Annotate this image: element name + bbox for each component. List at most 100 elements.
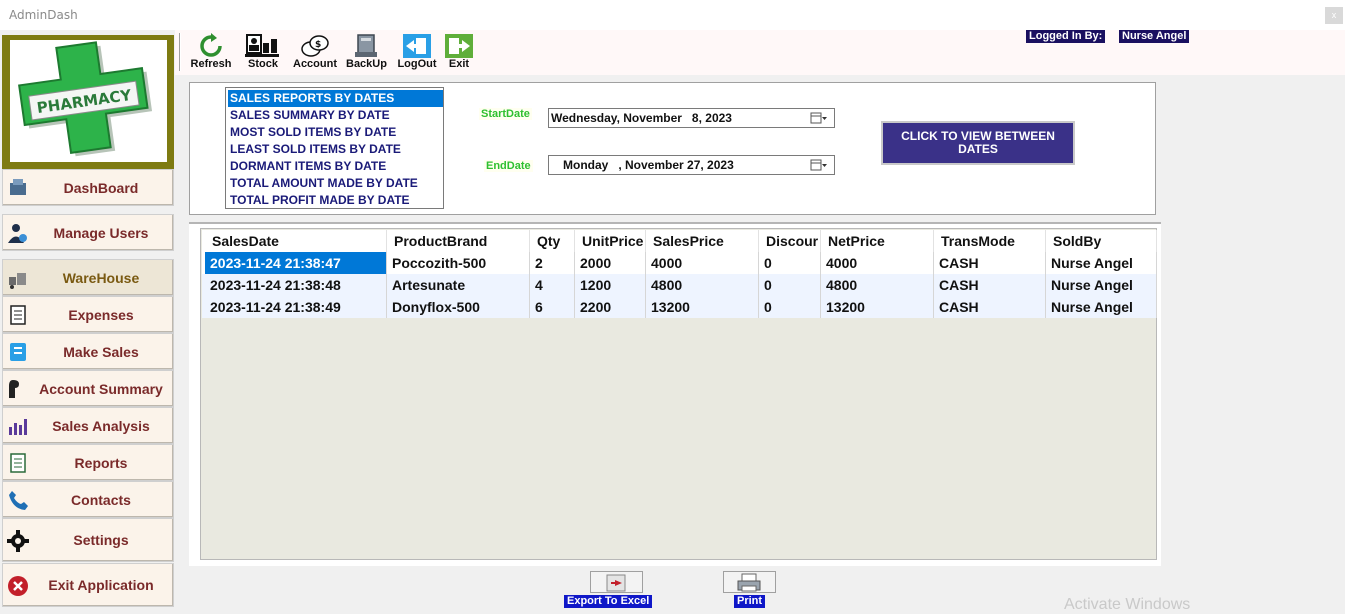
backup-label: BackUp bbox=[346, 58, 387, 70]
table-row[interactable]: 2023-11-24 21:38:47 Poccozith-500 2 2000… bbox=[202, 252, 1157, 274]
cell-qty[interactable]: 2 bbox=[530, 252, 575, 274]
cell-salesprice[interactable]: 13200 bbox=[646, 296, 759, 318]
nav-exit-application[interactable]: Exit Application bbox=[2, 563, 174, 607]
sales-grid[interactable]: SalesDate ProductBrand Qty UnitPrice Sal… bbox=[200, 228, 1157, 560]
table-row[interactable]: 2023-11-24 21:38:48 Artesunate 4 1200 48… bbox=[202, 274, 1157, 296]
nav-account-summary[interactable]: Account Summary bbox=[2, 370, 174, 407]
backup-button[interactable]: BackUp bbox=[346, 33, 387, 73]
column-header[interactable]: SalesDate bbox=[205, 230, 387, 252]
column-header[interactable]: ProductBrand bbox=[387, 230, 530, 252]
nav-label: Expenses bbox=[68, 307, 134, 323]
print-label[interactable]: Print bbox=[734, 595, 766, 608]
column-header[interactable]: Qty bbox=[530, 230, 575, 252]
start-date-value: Wednesday, November 8, 2023 bbox=[551, 111, 732, 125]
report-item[interactable]: TOTAL AMOUNT MADE BY DATE bbox=[228, 175, 443, 192]
export-excel-label[interactable]: Export To Excel bbox=[564, 595, 653, 608]
cell-productbrand[interactable]: Poccozith-500 bbox=[387, 252, 530, 274]
cell-soldby[interactable]: Nurse Angel bbox=[1046, 296, 1157, 318]
gear-icon bbox=[7, 530, 29, 552]
view-between-dates-button[interactable]: CLICK TO VIEW BETWEEN DATES bbox=[881, 121, 1075, 165]
printer-icon bbox=[737, 573, 761, 592]
calendar-dropdown-icon[interactable] bbox=[810, 159, 828, 171]
logout-icon bbox=[403, 34, 431, 58]
calendar-dropdown-icon[interactable] bbox=[810, 112, 828, 124]
cell-transmode[interactable]: CASH bbox=[934, 296, 1046, 318]
cell-soldby[interactable]: Nurse Angel bbox=[1046, 252, 1157, 274]
logout-button[interactable]: LogOut bbox=[396, 33, 438, 73]
cell-salesdate[interactable]: 2023-11-24 21:38:48 bbox=[205, 274, 387, 296]
backup-icon bbox=[355, 34, 377, 57]
cell-discount[interactable]: 0 bbox=[759, 252, 821, 274]
cell-productbrand[interactable]: Artesunate bbox=[387, 274, 530, 296]
report-item[interactable]: DORMANT ITEMS BY DATE bbox=[228, 158, 443, 175]
exit-icon bbox=[445, 34, 473, 58]
chart-icon bbox=[9, 419, 27, 435]
refresh-icon bbox=[200, 33, 222, 57]
users-icon bbox=[8, 224, 27, 243]
logged-in-label: Logged In By: bbox=[1026, 30, 1106, 43]
report-item[interactable]: SALES SUMMARY BY DATE bbox=[228, 107, 443, 124]
nav-dashboard[interactable]: DashBoard bbox=[2, 169, 174, 206]
cell-salesprice[interactable]: 4800 bbox=[646, 274, 759, 296]
cell-transmode[interactable]: CASH bbox=[934, 252, 1046, 274]
column-header[interactable]: Discour bbox=[759, 230, 821, 252]
nav-label: Contacts bbox=[71, 492, 131, 508]
cell-netprice[interactable]: 4800 bbox=[821, 274, 934, 296]
start-date-picker[interactable]: Wednesday, November 8, 2023 bbox=[548, 108, 835, 128]
nav-sales-analysis[interactable]: Sales Analysis bbox=[2, 407, 174, 444]
cell-transmode[interactable]: CASH bbox=[934, 274, 1046, 296]
cell-salesdate[interactable]: 2023-11-24 21:38:49 bbox=[205, 296, 387, 318]
cell-discount[interactable]: 0 bbox=[759, 296, 821, 318]
nav-manage-users[interactable]: Manage Users bbox=[2, 214, 174, 251]
cell-unitprice[interactable]: 2000 bbox=[575, 252, 646, 274]
cell-qty[interactable]: 6 bbox=[530, 296, 575, 318]
column-header[interactable]: SalesPrice bbox=[646, 230, 759, 252]
cell-salesprice[interactable]: 4000 bbox=[646, 252, 759, 274]
report-item[interactable]: LEAST SOLD ITEMS BY DATE bbox=[228, 141, 443, 158]
end-date-value: Monday , November 27, 2023 bbox=[563, 158, 734, 172]
pharmacy-logo: PHARMACY bbox=[10, 40, 167, 162]
nav-label: Manage Users bbox=[53, 225, 149, 241]
expenses-icon bbox=[10, 305, 26, 325]
cell-discount[interactable]: 0 bbox=[759, 274, 821, 296]
nav-label: Settings bbox=[73, 532, 129, 548]
column-header[interactable]: NetPrice bbox=[821, 230, 934, 252]
column-header[interactable]: SoldBy bbox=[1046, 230, 1157, 252]
refresh-button[interactable]: Refresh bbox=[188, 33, 234, 73]
exit-button[interactable]: Exit bbox=[444, 33, 474, 73]
cell-unitprice[interactable]: 1200 bbox=[575, 274, 646, 296]
cell-qty[interactable]: 4 bbox=[530, 274, 575, 296]
nav-warehouse[interactable]: WareHouse bbox=[2, 259, 174, 296]
cell-netprice[interactable]: 4000 bbox=[821, 252, 934, 274]
nav-contacts[interactable]: Contacts bbox=[2, 481, 174, 518]
report-item[interactable]: TOTAL PROFIT MADE BY DATE bbox=[228, 192, 443, 209]
window-title: AdminDash bbox=[9, 8, 78, 22]
stock-icon bbox=[245, 34, 279, 57]
nav-settings[interactable]: Settings bbox=[2, 518, 174, 562]
close-button[interactable]: x bbox=[1325, 7, 1343, 24]
account-button[interactable]: $ Account bbox=[292, 33, 338, 73]
cell-salesdate[interactable]: 2023-11-24 21:38:47 bbox=[205, 252, 387, 274]
sales-icon bbox=[10, 343, 26, 361]
table-row[interactable]: 2023-11-24 21:38:49 Donyflox-500 6 2200 … bbox=[202, 296, 1157, 318]
nav-make-sales[interactable]: Make Sales bbox=[2, 333, 174, 370]
cell-productbrand[interactable]: Donyflox-500 bbox=[387, 296, 530, 318]
column-header[interactable]: UnitPrice bbox=[575, 230, 646, 252]
print-button[interactable] bbox=[723, 571, 776, 593]
nav-expenses[interactable]: Expenses bbox=[2, 296, 174, 333]
report-type-list[interactable]: SALES REPORTS BY DATES SALES SUMMARY BY … bbox=[225, 87, 444, 209]
nav-reports[interactable]: Reports bbox=[2, 444, 174, 481]
nav-label: Make Sales bbox=[63, 344, 139, 360]
stock-button[interactable]: Stock bbox=[243, 33, 283, 73]
export-excel-button[interactable] bbox=[590, 571, 643, 593]
export-icon bbox=[606, 574, 626, 592]
cell-soldby[interactable]: Nurse Angel bbox=[1046, 274, 1157, 296]
column-header[interactable]: TransMode bbox=[934, 230, 1046, 252]
logged-in-user: Nurse Angel bbox=[1119, 30, 1190, 43]
toolbar-separator bbox=[179, 33, 181, 71]
end-date-picker[interactable]: Monday , November 27, 2023 bbox=[548, 155, 835, 175]
report-item[interactable]: SALES REPORTS BY DATES bbox=[228, 90, 443, 107]
report-item[interactable]: MOST SOLD ITEMS BY DATE bbox=[228, 124, 443, 141]
cell-netprice[interactable]: 13200 bbox=[821, 296, 934, 318]
cell-unitprice[interactable]: 2200 bbox=[575, 296, 646, 318]
